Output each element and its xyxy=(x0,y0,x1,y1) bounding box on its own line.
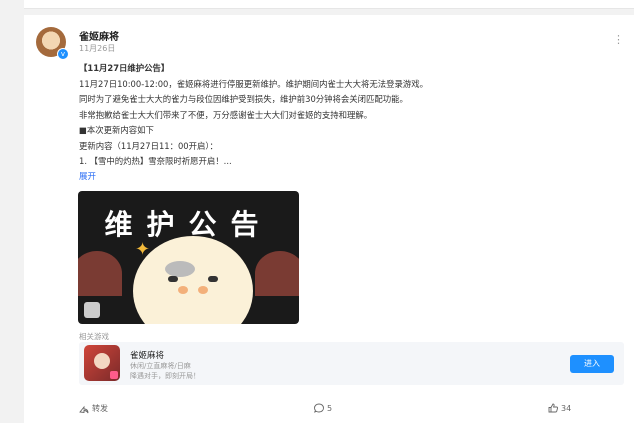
thumbs-up-icon xyxy=(548,403,558,413)
like-count: 34 xyxy=(561,403,572,413)
related-game-card[interactable]: 雀姬麻将 休闲/立直麻将/日麻 降遇对手，即刻开局！ 进入 xyxy=(79,342,624,385)
mascot-eye-left xyxy=(168,276,178,282)
comment-count: 5 xyxy=(327,403,333,413)
post-line: 非常抱歉给雀士大大们带来了不便，万分感谢雀士大大们对雀姬的支持和理解。 xyxy=(79,109,373,120)
bowl-decoration xyxy=(165,261,195,277)
mascot-cheek-right xyxy=(198,286,208,294)
post-actions-bar: 转发 5 34 xyxy=(24,399,634,419)
game-icon[interactable] xyxy=(84,345,120,381)
verified-badge-icon: v xyxy=(57,48,69,60)
post-card: v 雀姬麻将 11月26日 ⋮ 【11月27日维护公告】 11月27日10:00… xyxy=(24,15,634,423)
game-icon-tag xyxy=(110,371,118,379)
post-line: 1. 【雪中的灼热】雪奈限时祈愿开启！... xyxy=(79,156,232,166)
related-games-label: 相关游戏 xyxy=(79,332,109,341)
mushroom-left-decoration xyxy=(78,251,122,296)
comment-button[interactable]: 5 xyxy=(314,403,332,413)
author-name[interactable]: 雀姬麻将 xyxy=(79,28,119,43)
expand-link[interactable]: 展开 xyxy=(79,170,96,182)
post-line: ■本次更新内容如下 xyxy=(79,125,154,135)
mascot-cheek-left xyxy=(178,286,188,294)
like-button[interactable]: 34 xyxy=(548,403,571,413)
enter-button[interactable]: 进入 xyxy=(570,355,614,373)
mushroom-right-decoration xyxy=(255,251,299,296)
game-icon-face xyxy=(94,353,110,369)
post-line: 11月27日10:00-12:00，雀姬麻将进行停服更新维护。维护期间内雀士大大… xyxy=(79,78,428,89)
post-date: 11月26日 xyxy=(79,44,116,53)
post-content: 【11月27日维护公告】 11月27日10:00-12:00，雀姬麻将进行停服更… xyxy=(79,61,619,170)
game-genre: 休闲/立直麻将/日麻 xyxy=(130,362,191,370)
mascot-eye-right xyxy=(208,276,218,282)
post-image[interactable]: 维护公告 ✦ xyxy=(78,191,299,324)
more-options-icon[interactable]: ⋮ xyxy=(613,33,624,46)
share-button[interactable]: 转发 xyxy=(79,403,108,414)
sparkle-icon: ✦ xyxy=(135,239,151,260)
post-title: 【11月27日维护公告】 xyxy=(79,63,170,73)
game-name[interactable]: 雀姬麻将 xyxy=(130,349,164,361)
share-icon xyxy=(79,405,89,413)
post-line: 同时为了避免雀士大大的雀力与段位因维护受到损失，维护前30分钟将会关闭匹配功能。 xyxy=(79,94,408,104)
game-logo-icon xyxy=(84,302,100,318)
post-line: 更新内容（11月27日11：00开启）： xyxy=(79,140,218,151)
game-description: 降遇对手，即刻开局！ xyxy=(130,372,200,380)
share-label: 转发 xyxy=(92,404,108,413)
chick-mascot xyxy=(133,236,253,324)
comment-icon xyxy=(314,403,324,413)
previous-post-card xyxy=(24,0,634,9)
